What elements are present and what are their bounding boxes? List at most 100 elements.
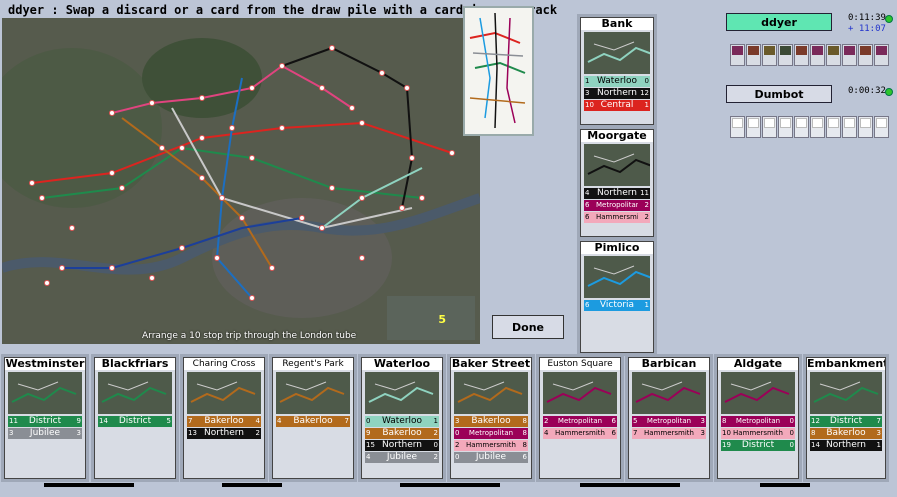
rack-divider [400,483,500,487]
station-card-moorgate[interactable]: Moorgate 4 Northern 11 6 Metropolitan 2 6 Hammer… [580,129,654,237]
line-stop-number-left: 7 [633,429,638,437]
line-stop-number-left: 8 [811,429,816,437]
line-stop-number-left: 14 [99,417,108,425]
card-line-row: 4 Northern 11 [584,188,650,199]
line-stop-number-left: 11 [9,417,18,425]
station-card-pimlico[interactable]: Pimlico 6 Victoria 1 [580,241,654,353]
station-card-map [810,372,882,414]
station-card-map [454,372,528,414]
line-stop-number-right: 2 [433,453,438,461]
station-card-barbican[interactable]: Barbican 5 Metropolitan 3 7 Hammersmith 3 [628,357,710,479]
dumbot-rack-hidden-card [842,116,857,138]
line-stop-number-right: 2 [433,429,438,437]
line-stop-number-right: 2 [644,201,649,209]
ddyer-rack-mini-card [826,44,841,66]
line-stop-number-left: 6 [585,213,590,221]
station-card-title: Pimlico [581,242,653,254]
station-card-map [584,256,650,298]
station-card-euston-square[interactable]: Euston Square 2 Metropolitan 6 4 Hammersmith 6 [539,357,621,479]
robot-status-icon [885,88,893,96]
done-button[interactable]: Done [492,315,564,339]
line-stop-number-right: 4 [255,417,260,425]
line-stop-number-left: 2 [455,441,460,449]
line-stop-number-right: 1 [644,101,649,109]
line-stop-number-left: 14 [811,441,820,449]
line-stop-number-right: 2 [644,213,649,221]
station-card-bank[interactable]: Bank 1 Waterloo 0 3 Northern 12 10 Central 1 [580,17,654,125]
line-name: Waterloo [381,416,423,426]
dumbot-rack-hidden-card [730,116,745,138]
station-card-title: Charing Cross [184,358,264,370]
line-stop-number-left: 3 [455,417,460,425]
line-name: Hammersmith [555,429,605,437]
station-card-title: Euston Square [540,358,620,370]
tube-map-board[interactable]: Arrange a 10 stop trip through the Londo… [2,18,480,344]
map-stop-count: 5 [438,313,446,326]
line-name: Northern [382,440,422,450]
line-stop-number-left: 6 [585,301,590,309]
line-stop-number-right: 11 [640,189,649,197]
station-card-title: Embankment [807,358,885,370]
line-stop-number-right: 1 [876,441,881,449]
line-stop-number-left: 8 [722,417,727,425]
card-line-row: 13 Northern 2 [187,428,261,439]
rack-divider [222,483,282,487]
card-line-row: 6 Metropolitan 2 [584,200,650,211]
card-line-row: 4 Hammersmith 6 [543,428,617,439]
ddyer-rack-mini-card [858,44,873,66]
line-name: Hammersmith [644,429,694,437]
card-line-row: 14 Northern 1 [810,440,882,451]
card-line-row: 10 Hammersmith 0 [721,428,795,439]
line-stop-number-right: 3 [700,417,705,425]
line-stop-number-left: 2 [544,417,549,425]
rack-divider [44,483,134,487]
line-stop-number-left: 13 [188,429,197,437]
line-stop-number-right: 3 [700,429,705,437]
station-card-title: Baker Street [451,358,531,370]
line-stop-number-right: 6 [611,417,616,425]
card-line-row: 2 Metropolitan 6 [543,416,617,427]
ddyer-rack-mini-card [810,44,825,66]
player-extra-time: + 11:07 [848,24,886,34]
card-line-row: 0 Waterloo 1 [365,416,439,427]
line-name: Metropolitan [735,417,781,425]
line-stop-number-left: 0 [455,453,460,461]
card-line-row: 4 Jubilee 2 [365,452,439,463]
line-name: Waterloo [596,76,638,86]
line-stop-number-right: 0 [789,429,794,437]
line-stop-number-right: 0 [644,77,649,85]
station-card-waterloo[interactable]: Waterloo 0 Waterloo 1 9 Bakerloo 2 15 Northern 0 4… [361,357,443,479]
station-card-embankment[interactable]: Embankment 12 District 7 8 Bakerloo 3 14 Norther… [806,357,886,479]
line-stop-number-left: 12 [811,417,820,425]
station-card-blackfriars[interactable]: Blackfriars 14 District 5 [94,357,176,479]
player-name-dumbot: Dumbot [726,85,832,103]
dumbot-rack-hidden-card [762,116,777,138]
station-card-charing-cross[interactable]: Charing Cross 7 Bakerloo 4 13 Northern 2 [183,357,265,479]
active-player-icon [885,15,893,23]
dumbot-rack-hidden-card [746,116,761,138]
line-name: District [118,416,152,426]
ddyer-rack-mini-card [746,44,761,66]
ddyer-rack-mini-card [778,44,793,66]
line-stop-number-right: 1 [433,417,438,425]
station-card-regent-s-park[interactable]: Regent's Park 4 Bakerloo 7 [272,357,354,479]
card-line-row: 8 Bakerloo 3 [810,428,882,439]
line-name: Jubilee [475,452,507,462]
card-line-row: 6 Hammersmith 2 [584,212,650,223]
line-name: Hammersmith [733,429,783,437]
station-card-title: Westminster [5,358,85,370]
line-stop-number-right: 3 [876,429,881,437]
station-card-baker-street[interactable]: Baker Street 3 Bakerloo 8 0 Metropolitan 8 2 Ham… [450,357,532,479]
station-card-map [8,372,82,414]
station-card-map [187,372,261,414]
tube-minimap[interactable] [463,6,534,136]
dumbot-rack-hidden-card [874,116,889,138]
station-card-map [276,372,350,414]
line-stop-number-left: 4 [366,453,371,461]
line-stop-number-left: 10 [722,429,731,437]
line-stop-number-left: 9 [366,429,371,437]
station-card-westminster[interactable]: Westminster 11 District 9 3 Jubilee 3 [4,357,86,479]
card-line-row: 6 Victoria 1 [584,300,650,311]
station-card-aldgate[interactable]: Aldgate 8 Metropolitan 0 10 Hammersmith 0 19 Dis… [717,357,799,479]
station-card-map [721,372,795,414]
